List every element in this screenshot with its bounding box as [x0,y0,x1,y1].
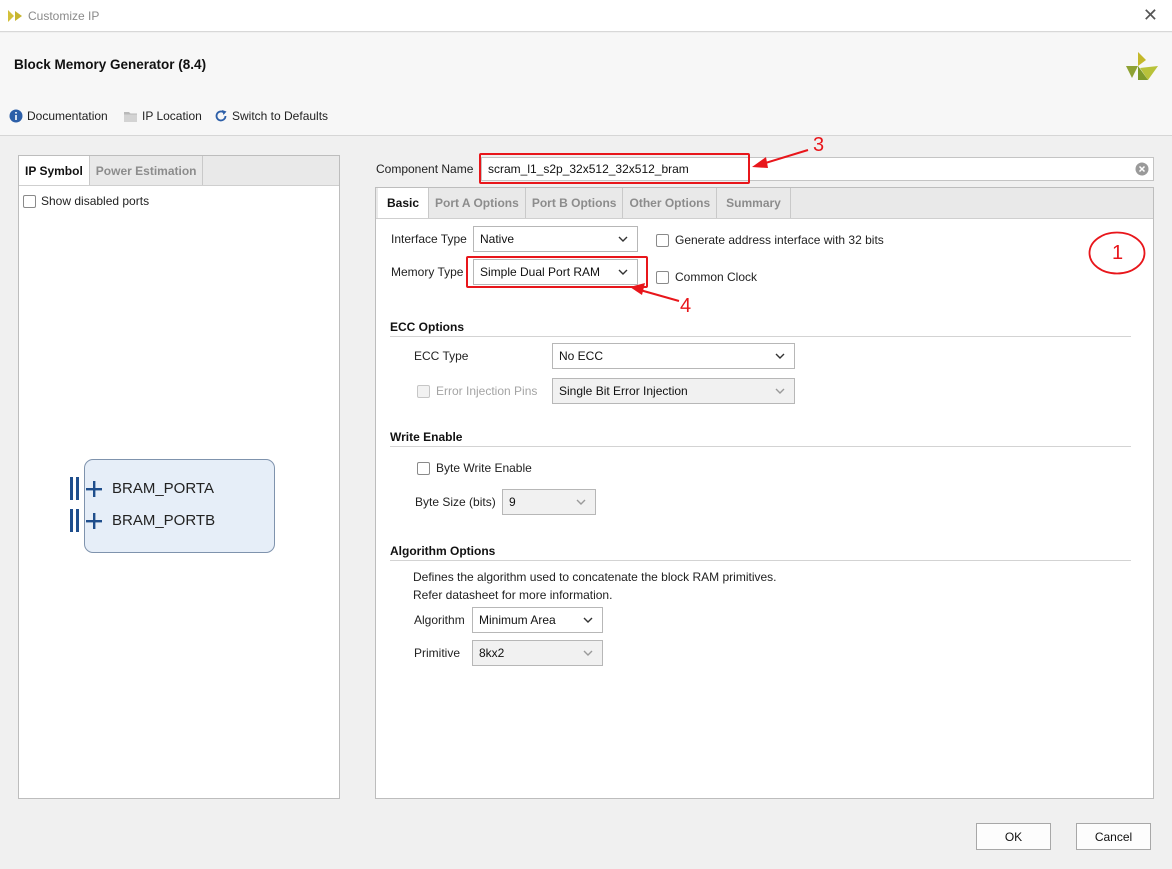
tab-ip-symbol[interactable]: IP Symbol [19,156,90,185]
byte-write-row[interactable]: Byte Write Enable [417,461,532,475]
port-row[interactable]: BRAM_PORTB [70,509,215,532]
algorithm-value: Minimum Area [479,613,556,627]
plus-icon[interactable] [85,480,103,498]
ecc-type-select[interactable]: No ECC [552,343,795,369]
annotation-box [466,256,648,288]
write-enable-title: Write Enable [390,430,463,444]
documentation-link[interactable]: Documentation [9,109,108,123]
interface-type-label: Interface Type [391,232,467,246]
vivado-small-logo-icon [8,10,22,22]
error-injection-value: Single Bit Error Injection [559,384,688,398]
common-clock-label: Common Clock [675,270,758,284]
chevron-down-icon [583,650,593,656]
clear-icon[interactable] [1135,162,1149,176]
tab-other-options[interactable]: Other Options [623,188,718,218]
error-injection-label: Error Injection Pins [436,384,538,398]
cancel-button[interactable]: Cancel [1076,823,1151,850]
tab-basic[interactable]: Basic [378,188,430,218]
documentation-label: Documentation [27,109,108,123]
ok-button[interactable]: OK [976,823,1051,850]
bus-bar-icon [76,509,79,532]
ip-title: Block Memory Generator (8.4) [14,57,207,72]
byte-write-checkbox[interactable] [417,461,430,475]
error-injection-checkbox [417,384,430,398]
algorithm-label: Algorithm [414,613,465,627]
byte-size-value: 9 [509,495,516,509]
show-disabled-ports-row[interactable]: Show disabled ports [23,194,149,208]
chevron-down-icon [775,388,785,394]
window-titlebar: Customize IP ✕ [0,0,1172,32]
port-label: BRAM_PORTB [112,512,216,529]
options-tabbar: Basic Port A Options Port B Options Othe… [376,188,1153,219]
algorithm-options-title: Algorithm Options [390,544,496,558]
annotation-number: 3 [813,134,825,156]
left-tabbar: IP Symbol Power Estimation [19,156,339,186]
interface-type-value: Native [480,232,515,246]
component-name-label: Component Name [376,162,474,176]
ip-location-link[interactable]: IP Location [123,109,202,123]
tab-summary[interactable]: Summary [717,188,791,218]
algorithm-description: Defines the algorithm used to concatenat… [413,570,777,584]
switch-defaults-link[interactable]: Switch to Defaults [214,109,328,123]
gen-addr-checkbox[interactable] [656,233,669,247]
error-injection-select: Single Bit Error Injection [552,378,795,404]
bus-bar-icon [70,509,73,532]
bus-bar-icon [70,477,73,500]
annotation-number: 4 [680,295,692,317]
chevron-down-icon [618,236,628,242]
algorithm-select[interactable]: Minimum Area [472,607,603,633]
interface-type-select[interactable]: Native [473,226,638,252]
bus-bar-icon [76,477,79,500]
window-title: Customize IP [28,9,100,23]
dialog-header: Block Memory Generator (8.4) Documentati… [0,33,1172,136]
tab-port-a-options[interactable]: Port A Options [429,188,526,218]
port-row[interactable]: BRAM_PORTA [70,477,214,500]
byte-size-select: 9 [502,489,596,515]
byte-write-label: Byte Write Enable [436,461,532,475]
port-label: BRAM_PORTA [112,480,214,497]
ip-symbol-block [84,459,275,553]
show-disabled-ports-label: Show disabled ports [41,194,150,208]
gen-addr-label: Generate address interface with 32 bits [675,233,884,247]
switch-defaults-label: Switch to Defaults [232,109,329,123]
ecc-type-label: ECC Type [414,349,469,363]
ip-symbol-panel: IP Symbol Power Estimation Show disabled… [18,155,340,799]
info-icon [9,109,23,123]
common-clock-row[interactable]: Common Clock [656,270,757,284]
section-divider [390,560,1131,561]
plus-icon[interactable] [85,512,103,530]
annotation-box [479,153,750,184]
annotation-number: 1 [1112,242,1124,264]
ecc-options-title: ECC Options [390,320,464,334]
primitive-select: 8kx2 [472,640,603,666]
tab-port-b-options[interactable]: Port B Options [526,188,624,218]
primitive-value: 8kx2 [479,646,505,660]
ip-location-label: IP Location [142,109,202,123]
tab-power-estimation[interactable]: Power Estimation [90,156,204,185]
close-icon[interactable]: ✕ [1143,5,1158,26]
ecc-type-value: No ECC [559,349,604,363]
show-disabled-ports-checkbox[interactable] [23,194,36,208]
folder-icon [124,111,137,122]
section-divider [390,336,1131,337]
memory-type-label: Memory Type [391,265,464,279]
chevron-down-icon [583,617,593,623]
error-injection-row: Error Injection Pins [417,384,537,398]
vivado-logo-icon [1126,52,1158,80]
common-clock-checkbox[interactable] [656,270,669,284]
byte-size-label: Byte Size (bits) [415,495,496,509]
algorithm-description-2: Refer datasheet for more information. [413,588,613,602]
chevron-down-icon [775,353,785,359]
gen-addr-row[interactable]: Generate address interface with 32 bits [656,233,884,247]
section-divider [390,446,1131,447]
refresh-icon [215,110,227,122]
primitive-label: Primitive [414,646,461,660]
chevron-down-icon [576,499,586,505]
